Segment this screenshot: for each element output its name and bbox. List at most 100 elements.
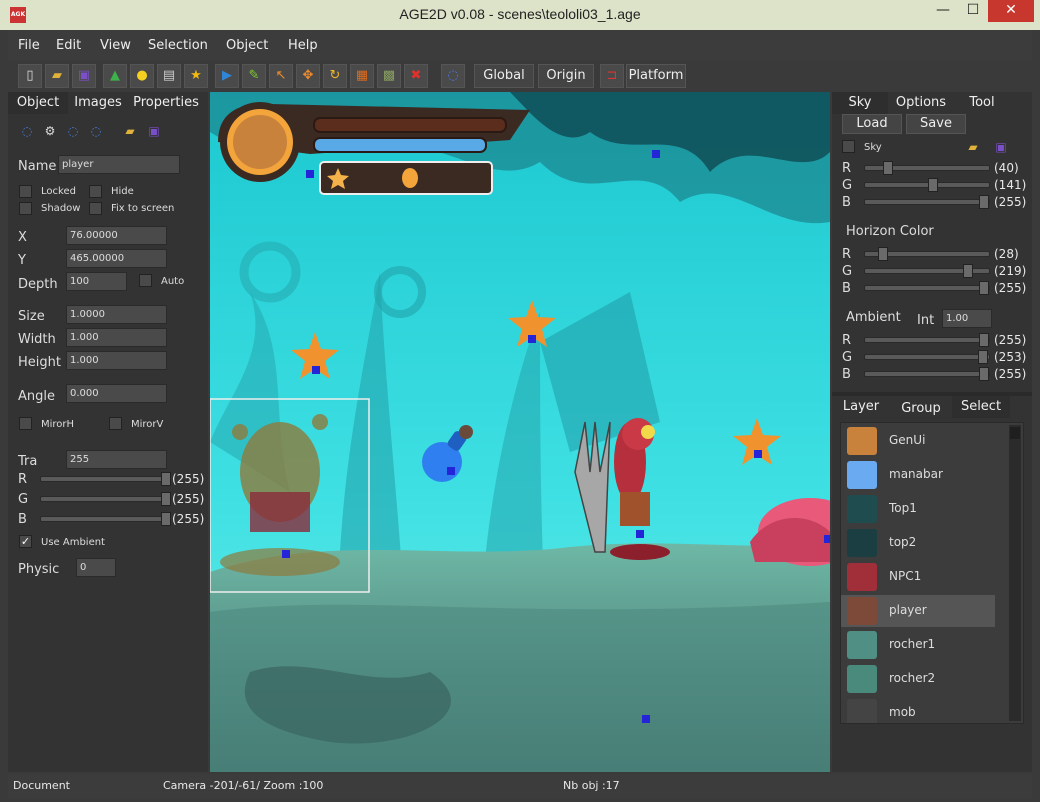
horizon-g-knob[interactable] [963,264,973,278]
menu-view[interactable]: View [100,38,131,53]
sky-r-slider[interactable] [864,161,990,175]
hide-checkbox[interactable] [89,185,102,198]
b-slider[interactable] [40,512,171,526]
tab-layer[interactable]: Layer [832,396,890,418]
horizon-b-slider[interactable] [864,281,990,295]
list-item[interactable]: mob [841,697,991,723]
chart-icon[interactable]: ▲ [103,64,127,88]
image-icon[interactable]: ▤ [157,64,181,88]
menu-selection[interactable]: Selection [148,38,208,53]
maximize-button[interactable]: ☐ [958,0,988,22]
arrow-icon[interactable]: ↖ [269,64,293,88]
tab-options[interactable]: Options [892,92,950,114]
sky-g-slider[interactable] [864,178,990,192]
list-item[interactable]: Top1 [841,493,991,525]
tab-sky[interactable]: Sky [832,92,888,114]
b-slider-knob[interactable] [161,512,171,526]
r-slider[interactable] [40,472,171,486]
horizon-g-slider[interactable] [864,264,990,278]
tab-properties[interactable]: Properties [128,92,204,114]
load-button[interactable]: Load [842,114,902,134]
new-icon[interactable]: ▯ [18,64,42,88]
sky-g-knob[interactable] [928,178,938,192]
horizon-b-knob[interactable] [979,281,989,295]
int-input[interactable]: 1.00 [942,309,992,328]
origin-button[interactable]: Origin [538,64,594,88]
list-item[interactable]: manabar [841,459,991,491]
menu-object[interactable]: Object [226,38,268,53]
tab-images[interactable]: Images [70,92,126,114]
list-item[interactable]: rocher1 [841,629,991,661]
menu-edit[interactable]: Edit [56,38,81,53]
rotate-icon[interactable]: ↻ [323,64,347,88]
sky-r-knob[interactable] [883,161,893,175]
ambient-g-knob[interactable] [978,350,988,364]
mirorv-checkbox[interactable] [109,417,122,430]
name-input[interactable]: player [58,155,180,174]
dots-icon[interactable]: ◌ [441,64,465,88]
save-icon[interactable]: ▣ [145,122,163,140]
list-item[interactable]: NPC1 [841,561,991,593]
save-icon[interactable]: ▣ [992,138,1010,156]
r-slider-knob[interactable] [161,472,171,486]
horizon-r-knob[interactable] [878,247,888,261]
menu-help[interactable]: Help [288,38,318,53]
tab-group[interactable]: Group [892,398,950,420]
platform-icon[interactable]: ⊐ [600,64,624,88]
save-button[interactable]: Save [906,114,966,134]
list-item[interactable]: GenUi [841,425,991,457]
close-button[interactable]: ✕ [988,0,1034,22]
height-input[interactable]: 1.000 [66,351,167,370]
list-item-selected[interactable]: player [841,595,995,627]
ambient-b-slider[interactable] [864,367,990,381]
move-icon[interactable]: ✥ [296,64,320,88]
pencil-icon[interactable]: ✎ [242,64,266,88]
depth-input[interactable]: 100 [66,272,127,291]
open-icon[interactable]: ▰ [121,122,139,140]
star-icon[interactable]: ★ [184,64,208,88]
size-input[interactable]: 1.0000 [66,305,167,324]
physic-input[interactable]: 0 [76,558,116,577]
layer-list-scrollbar[interactable] [1009,425,1021,721]
x-input[interactable]: 76.00000 [66,226,167,245]
angle-input[interactable]: 0.000 [66,384,167,403]
auto-checkbox[interactable] [139,274,152,287]
open-icon[interactable]: ▰ [964,138,982,156]
list-item[interactable]: rocher2 [841,663,991,695]
menu-file[interactable]: File [18,38,40,53]
sky-checkbox[interactable] [842,140,855,153]
layer-list[interactable]: GenUi manabar Top1 top2 NPC1 player roch… [840,422,1024,724]
ambient-r-slider[interactable] [864,333,990,347]
save-icon[interactable]: ▣ [72,64,96,88]
g-slider-knob[interactable] [161,492,171,506]
shadow-checkbox[interactable] [19,202,32,215]
use-ambient-checkbox[interactable]: ✓ [19,535,32,548]
horizon-r-slider[interactable] [864,247,990,261]
ambient-b-knob[interactable] [979,367,989,381]
tab-object[interactable]: Object [8,92,68,114]
dots-icon[interactable]: ◌ [64,122,82,140]
mirorh-checkbox[interactable] [19,417,32,430]
scene-canvas[interactable] [210,92,830,772]
list-item[interactable]: top2 [841,527,991,559]
tab-tool[interactable]: Tool [954,92,1010,114]
image-edit-icon[interactable]: ▩ [377,64,401,88]
sky-b-slider[interactable] [864,195,990,209]
scale-icon[interactable]: ▦ [350,64,374,88]
delete-icon[interactable]: ✖ [404,64,428,88]
width-input[interactable]: 1.000 [66,328,167,347]
layer-list-scroll-thumb[interactable] [1010,427,1020,439]
ambient-g-slider[interactable] [864,350,990,364]
light-icon[interactable]: ● [130,64,154,88]
tab-select[interactable]: Select [952,396,1010,418]
y-input[interactable]: 465.00000 [66,249,167,268]
g-slider[interactable] [40,492,171,506]
sky-b-knob[interactable] [979,195,989,209]
tra-input[interactable]: 255 [66,450,167,469]
platform-button[interactable]: Platform [626,64,686,88]
locked-checkbox[interactable] [19,185,32,198]
dots-icon[interactable]: ◌ [18,122,36,140]
minimize-button[interactable]: — [928,0,958,22]
play-icon[interactable]: ▶ [215,64,239,88]
dots-icon[interactable]: ◌ [87,122,105,140]
